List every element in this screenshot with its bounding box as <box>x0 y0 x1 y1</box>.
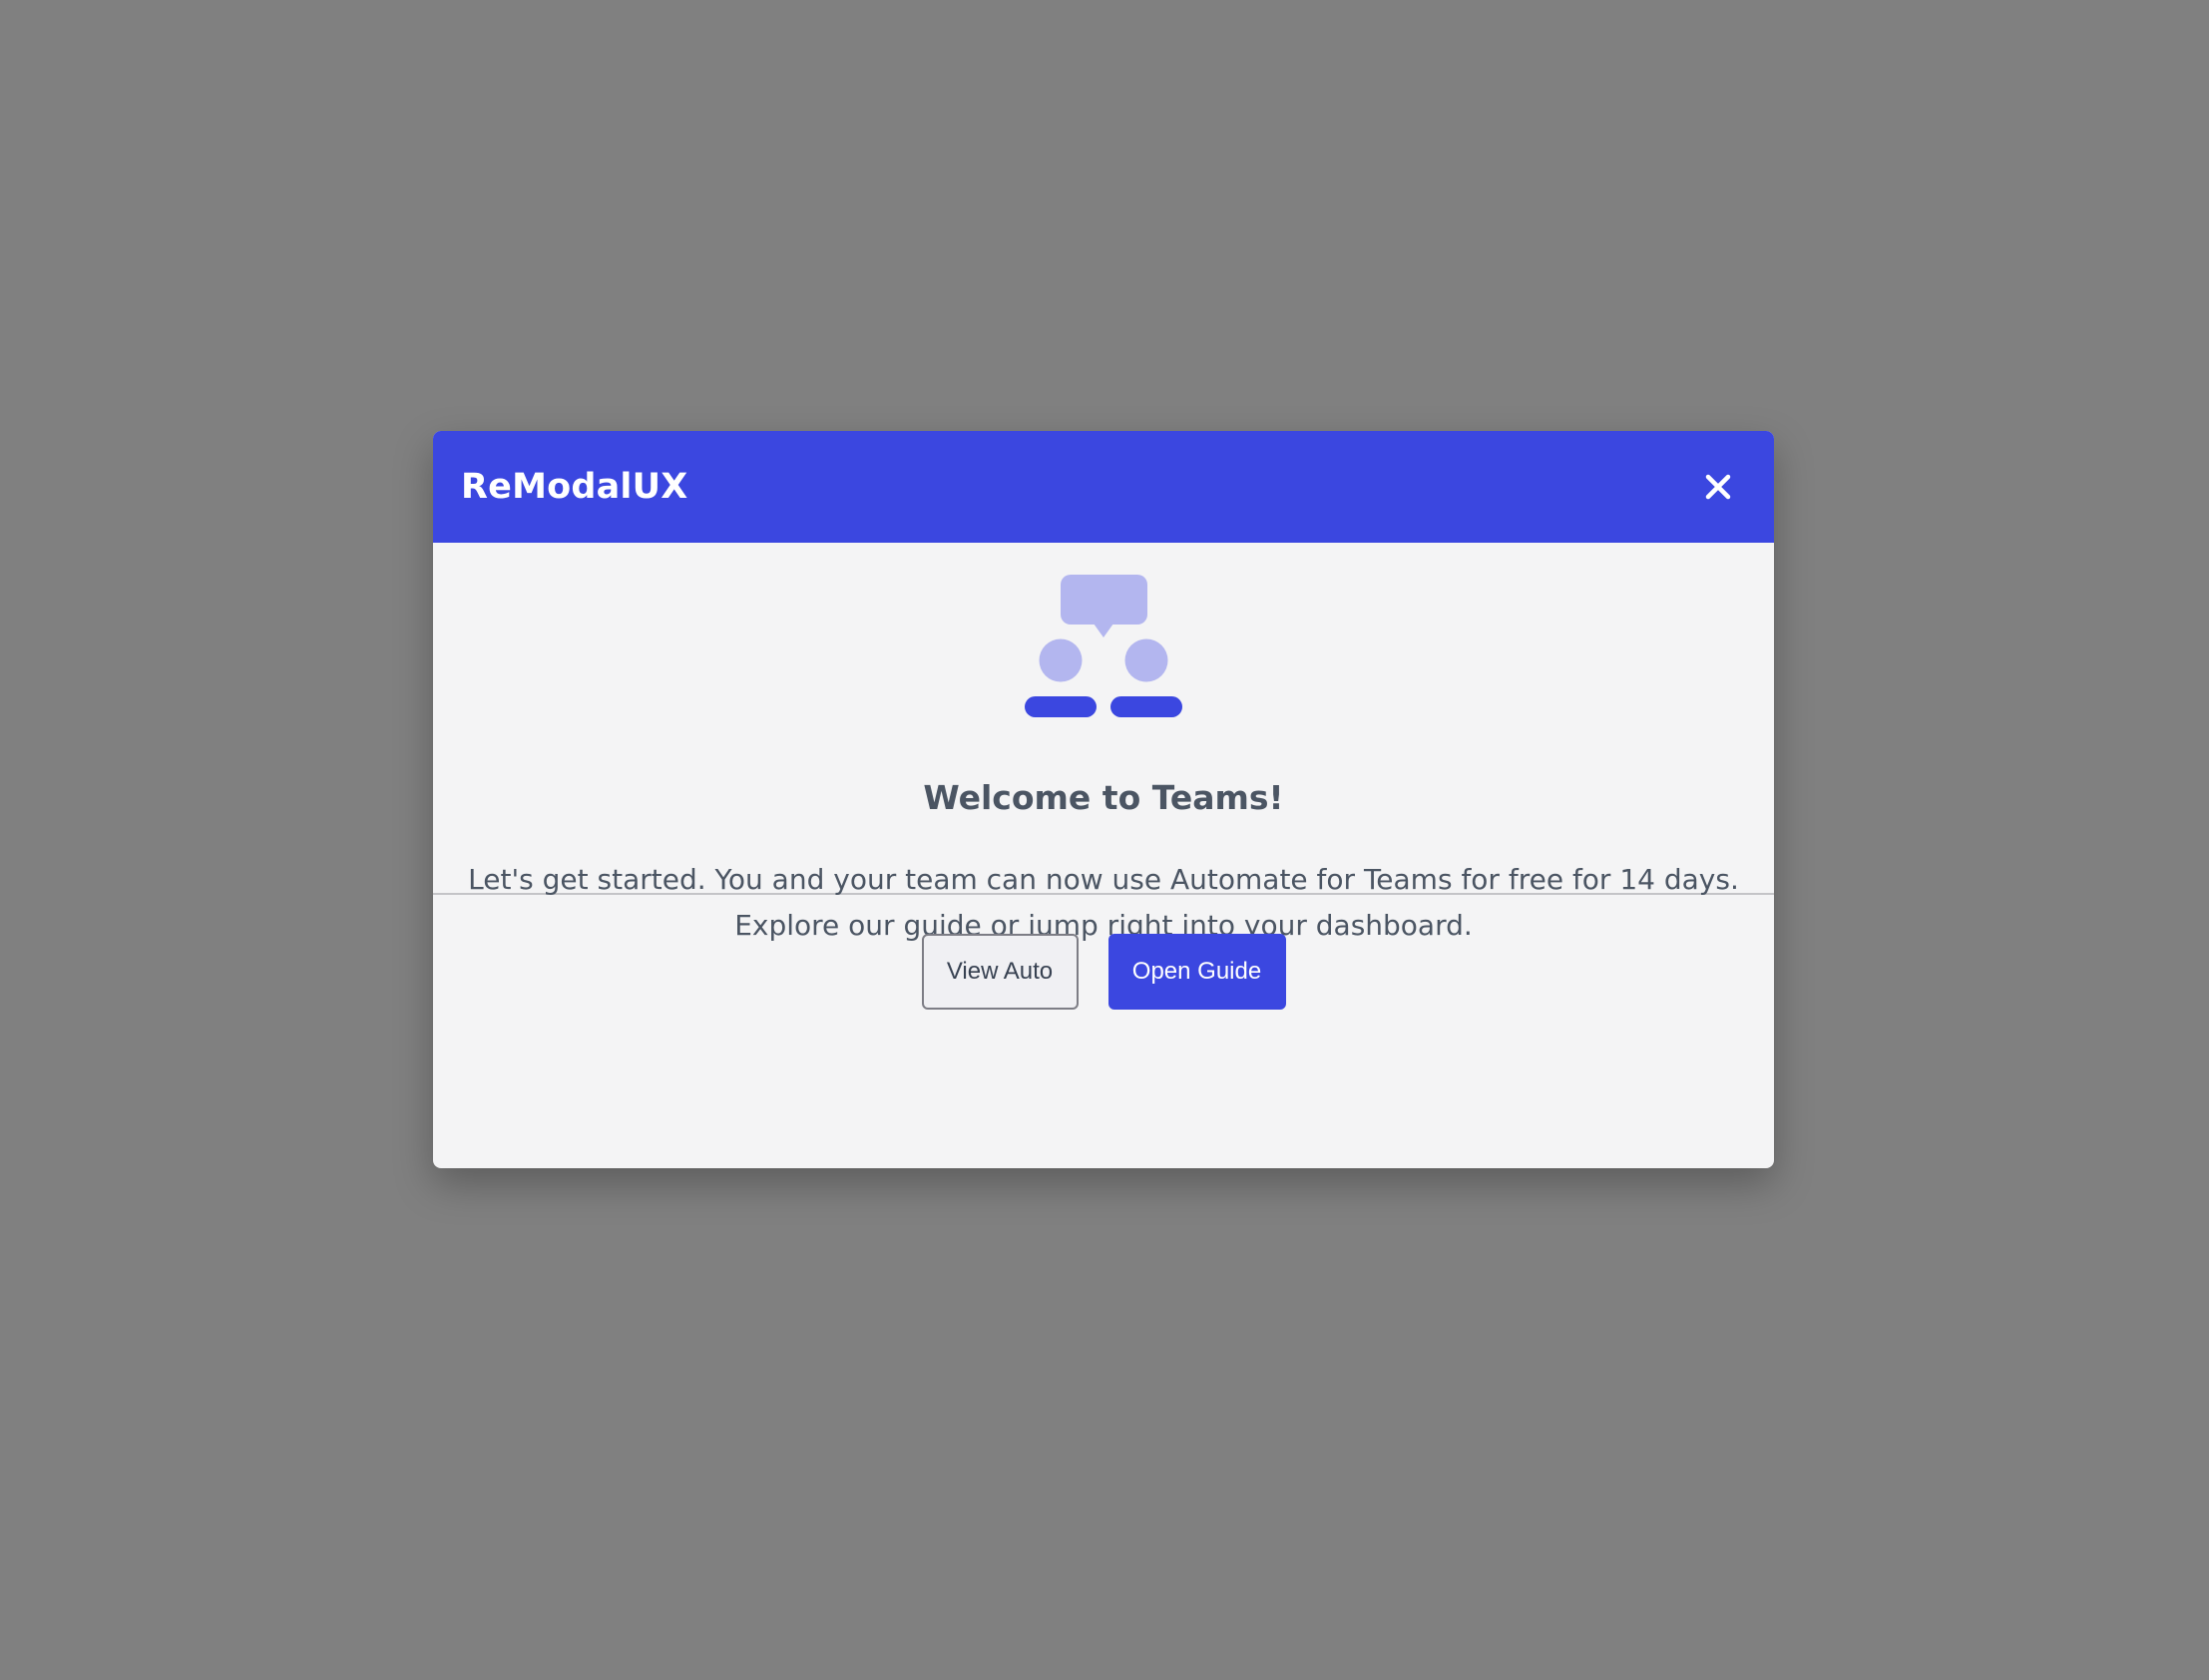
open-guide-button[interactable]: Open Guide <box>1107 934 1286 1010</box>
welcome-modal: ReModalUX Welcome to Teams! Let's get st… <box>433 431 1774 1168</box>
welcome-heading: Welcome to Teams! <box>923 778 1284 817</box>
modal-header: ReModalUX <box>433 431 1774 543</box>
close-button[interactable] <box>1694 463 1742 511</box>
view-auto-button[interactable]: View Auto <box>921 934 1079 1010</box>
modal-title: ReModalUX <box>461 467 688 507</box>
modal-body: Welcome to Teams! Let's get started. You… <box>433 543 1774 942</box>
close-icon <box>1705 474 1731 500</box>
team-chat-icon <box>1025 575 1182 717</box>
welcome-message-line-1: Let's get started. You and your team can… <box>468 863 1739 896</box>
